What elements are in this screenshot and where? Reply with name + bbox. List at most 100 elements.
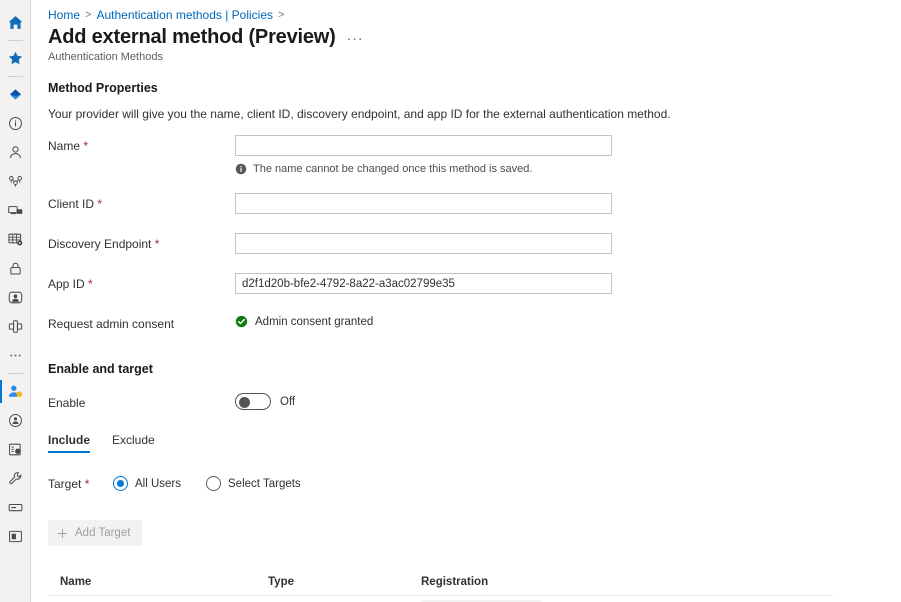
azure-portal-blade: Home > Authentication methods | Policies…	[0, 0, 901, 602]
field-row-name: Name * The name cannot be changed once t…	[48, 135, 901, 175]
name-input[interactable]	[235, 135, 612, 156]
method-properties-heading: Method Properties	[48, 81, 158, 95]
field-row-client-id: Client ID *	[48, 193, 901, 215]
sidebar-item-diagnose[interactable]	[0, 464, 31, 493]
radio-all-users-control[interactable]	[113, 476, 128, 491]
tab-exclude[interactable]: Exclude	[112, 433, 155, 453]
label-request-admin-consent: Request admin consent	[48, 317, 175, 331]
sidebar-item-devices[interactable]	[0, 196, 31, 225]
field-control-app-id	[235, 273, 901, 294]
radio-select-targets-control[interactable]	[206, 476, 222, 491]
info-icon	[235, 163, 247, 175]
sidebar-item-more[interactable]	[0, 341, 31, 370]
target-radio-group: All Users Select Targets	[113, 476, 901, 491]
sidebar-separator	[7, 40, 23, 41]
star-icon	[8, 51, 22, 65]
sidebar-item-monitoring[interactable]	[0, 522, 31, 551]
sidebar-item-overview[interactable]	[0, 109, 31, 138]
label-discovery-endpoint: Discovery Endpoint *	[48, 233, 235, 251]
wrench-icon	[8, 472, 21, 485]
field-control-discovery-endpoint	[235, 233, 901, 254]
breadcrumb: Home > Authentication methods | Policies…	[31, 0, 901, 22]
sidebar-item-entra-id[interactable]	[0, 80, 31, 109]
left-navigation-rail	[0, 0, 31, 602]
required-asterisk: *	[84, 477, 90, 491]
label-target-text: Target	[48, 477, 82, 491]
required-asterisk: *	[154, 237, 160, 251]
label-client-id-text: Client ID	[48, 197, 95, 211]
label-discovery-endpoint-text: Discovery Endpoint	[48, 237, 152, 251]
breadcrumb-home[interactable]: Home	[48, 8, 80, 22]
column-header-name: Name	[60, 575, 92, 588]
field-row-enable: Enable Off	[48, 392, 901, 414]
home-icon	[8, 16, 22, 29]
discovery-endpoint-input[interactable]	[235, 233, 612, 254]
devices-icon	[7, 206, 22, 215]
label-name-text: Name	[48, 139, 81, 153]
report-icon	[8, 443, 21, 456]
include-exclude-tabs: Include Exclude	[48, 433, 901, 453]
breadcrumb-separator: >	[85, 9, 92, 21]
admin-consent-status: Admin consent granted	[235, 313, 901, 328]
sidebar-separator	[7, 76, 23, 77]
ellipsis-icon	[9, 354, 21, 357]
radio-select-targets-label: Select Targets	[228, 477, 301, 490]
enable-toggle-wrap: Off	[235, 392, 901, 410]
enable-and-target-heading: Enable and target	[48, 362, 153, 376]
person-badge-icon	[8, 291, 22, 304]
app-id-input[interactable]	[235, 273, 612, 294]
sidebar-item-roles-admins[interactable]	[0, 406, 31, 435]
required-asterisk: *	[88, 277, 93, 291]
sidebar-item-groups[interactable]	[0, 167, 31, 196]
sidebar-item-authentication-methods[interactable]	[0, 377, 31, 406]
label-app-id: App ID *	[48, 273, 235, 291]
person-icon	[9, 146, 21, 159]
admin-consent-status-text: Admin consent granted	[255, 315, 374, 328]
sidebar-item-licenses[interactable]	[0, 493, 31, 522]
sidebar-item-identity-governance[interactable]	[0, 283, 31, 312]
table-header-row: Name Type Registration	[48, 568, 833, 596]
table-row: All Users Group Optional	[48, 596, 833, 602]
add-target-button[interactable]: Add Target	[48, 520, 143, 546]
sidebar-item-users[interactable]	[0, 138, 31, 167]
column-header-type: Type	[268, 575, 294, 588]
sidebar-separator	[7, 373, 23, 374]
label-client-id: Client ID *	[48, 193, 235, 211]
field-row-admin-consent: Request admin consent Admin consent gran…	[48, 313, 901, 335]
enable-toggle[interactable]	[235, 393, 271, 410]
column-header-registration: Registration	[421, 575, 489, 588]
person-key-icon	[8, 385, 22, 398]
label-app-id-text: App ID	[48, 277, 85, 291]
page-subtitle: Authentication Methods	[48, 51, 163, 63]
sidebar-item-applications[interactable]	[0, 225, 31, 254]
card-icon	[8, 504, 22, 512]
label-name: Name *	[48, 135, 235, 153]
label-target: Target *	[48, 476, 113, 491]
radio-all-users[interactable]: All Users	[113, 476, 181, 491]
person-shield-icon	[8, 414, 22, 427]
field-row-target: Target * All Users Select Targets	[48, 476, 901, 498]
client-id-input[interactable]	[235, 193, 612, 214]
required-asterisk: *	[97, 197, 103, 211]
sidebar-item-reports[interactable]	[0, 435, 31, 464]
name-hint: The name cannot be changed once this met…	[235, 163, 901, 175]
method-properties-description: Your provider will give you the name, cl…	[48, 107, 671, 121]
sidebar-item-favorites[interactable]	[0, 44, 31, 73]
sidebar-item-home[interactable]	[0, 8, 31, 37]
sidebar-item-verified-id[interactable]	[0, 312, 31, 341]
add-target-button-label: Add Target	[75, 527, 131, 539]
breadcrumb-auth-methods-policies[interactable]: Authentication methods | Policies	[96, 8, 273, 22]
field-control-client-id	[235, 193, 901, 214]
radio-select-targets[interactable]: Select Targets	[206, 476, 301, 491]
form-body: Method Properties Your provider will giv…	[31, 63, 901, 602]
required-asterisk: *	[83, 139, 89, 153]
page-title: Add external method (Preview)	[48, 26, 336, 48]
field-row-app-id: App ID *	[48, 273, 901, 295]
sidebar-item-protection[interactable]	[0, 254, 31, 283]
puzzle-icon	[8, 320, 22, 333]
tab-include[interactable]: Include	[48, 433, 91, 453]
toggle-knob	[239, 397, 250, 408]
more-options-icon[interactable]: ···	[347, 31, 364, 46]
field-row-discovery-endpoint: Discovery Endpoint *	[48, 233, 901, 255]
name-hint-text: The name cannot be changed once this met…	[253, 163, 533, 175]
